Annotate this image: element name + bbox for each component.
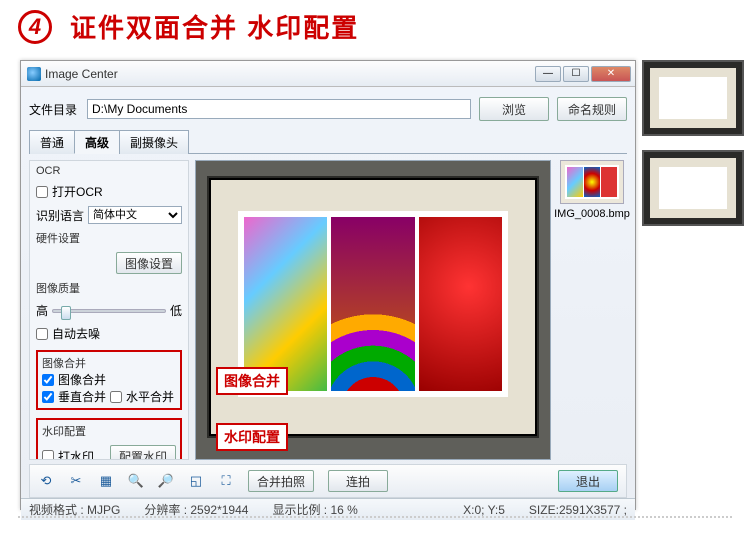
callout-watermark: 水印配置 xyxy=(216,423,288,451)
status-xy: X:0; Y:5 xyxy=(463,503,505,517)
tool-icon-3[interactable]: ▦ xyxy=(98,473,114,489)
preview-panel-fan xyxy=(331,217,414,391)
file-dir-input[interactable]: D:\My Documents xyxy=(87,99,471,119)
open-ocr-checkbox[interactable]: 打开OCR xyxy=(36,183,182,200)
quality-high-label: 高 xyxy=(36,302,48,319)
thumbnail-list: IMG_0008.bmp xyxy=(557,160,627,460)
tab-subcamera[interactable]: 副摄像头 xyxy=(119,130,189,154)
maximize-button[interactable]: ☐ xyxy=(563,66,589,82)
burst-button[interactable]: 连拍 xyxy=(328,470,388,492)
callout-merge: 图像合并 xyxy=(216,367,288,395)
watermark-config-button[interactable]: 配置水印 xyxy=(110,445,176,460)
preview-area[interactable] xyxy=(195,160,551,460)
status-size: SIZE:2591X3577 ; xyxy=(529,503,627,517)
merge-group-title: 图像合并 xyxy=(42,355,176,371)
preview-frame xyxy=(207,176,540,438)
app-window: Image Center — ☐ ✕ 文件目录 D:\My Documents … xyxy=(20,60,636,510)
watermark-group-box: 水印配置 打水印 配置水印 xyxy=(36,418,182,460)
preview-panel-pencils xyxy=(244,217,327,391)
actual-size-icon[interactable]: ⛶ xyxy=(218,473,234,489)
merge-enable-label: 图像合并 xyxy=(58,371,106,388)
hw-group: 硬件设置 xyxy=(36,230,182,246)
lang-label: 识别语言 xyxy=(36,207,84,224)
zoom-out-icon[interactable]: 🔍 xyxy=(128,473,144,489)
exit-button[interactable]: 退出 xyxy=(558,470,618,492)
quality-group: 图像质量 xyxy=(36,280,182,296)
toolbar: ⟲ ✂ ▦ 🔍 🔎 ◱ ⛶ 合并拍照 连拍 退出 xyxy=(29,464,627,498)
tab-basic[interactable]: 普通 xyxy=(29,130,75,154)
merge-group-box: 图像合并 图像合并 垂直合并 水平合并 xyxy=(36,350,182,410)
titlebar[interactable]: Image Center — ☐ ✕ xyxy=(21,61,635,87)
naming-rule-button[interactable]: 命名规则 xyxy=(557,97,627,121)
thumbnail-filename: IMG_0008.bmp xyxy=(554,208,630,220)
page-title: 证件双面合并 水印配置 xyxy=(70,8,359,45)
merge-capture-button[interactable]: 合并拍照 xyxy=(248,470,314,492)
app-icon xyxy=(27,67,41,81)
tool-icon-2[interactable]: ✂ xyxy=(68,473,84,489)
watermark-enable-checkbox[interactable]: 打水印 xyxy=(42,448,94,461)
lang-select[interactable]: 简体中文 xyxy=(88,206,182,224)
settings-panel: OCR 打开OCR 识别语言 简体中文 硬件设置 图像设置 图像质量 高 低 自… xyxy=(29,160,189,460)
quality-slider[interactable] xyxy=(52,309,166,313)
watermark-group-title: 水印配置 xyxy=(42,423,176,439)
browse-button[interactable]: 浏览 xyxy=(479,97,549,121)
auto-despeckle-label: 自动去噪 xyxy=(52,325,100,342)
quality-low-label: 低 xyxy=(170,302,182,319)
preview-panel-strawberry xyxy=(419,217,502,391)
merge-vertical-checkbox[interactable]: 垂直合并 xyxy=(42,388,106,405)
file-dir-label: 文件目录 xyxy=(29,101,79,118)
minimize-button[interactable]: — xyxy=(535,66,561,82)
watermark-enable-label: 打水印 xyxy=(58,448,94,461)
merge-v-label: 垂直合并 xyxy=(58,388,106,405)
camera-thumb-2 xyxy=(642,150,744,226)
ocr-group: OCR xyxy=(36,165,182,177)
tab-bar: 普通 高级 副摄像头 xyxy=(29,129,627,154)
window-title: Image Center xyxy=(45,67,535,81)
image-settings-button[interactable]: 图像设置 xyxy=(116,252,182,274)
camera-thumb-1 xyxy=(642,60,744,136)
zoom-in-icon[interactable]: 🔎 xyxy=(158,473,174,489)
merge-enable-checkbox[interactable]: 图像合并 xyxy=(42,371,176,388)
fit-icon[interactable]: ◱ xyxy=(188,473,204,489)
merge-horizontal-checkbox[interactable]: 水平合并 xyxy=(110,388,174,405)
merge-h-label: 水平合并 xyxy=(126,388,174,405)
divider xyxy=(18,516,732,518)
thumbnail-item[interactable] xyxy=(560,160,624,204)
tool-icon-1[interactable]: ⟲ xyxy=(38,473,54,489)
open-ocr-label: 打开OCR xyxy=(52,183,103,200)
tab-advanced[interactable]: 高级 xyxy=(74,130,120,154)
auto-despeckle-checkbox[interactable]: 自动去噪 xyxy=(36,325,182,342)
close-button[interactable]: ✕ xyxy=(591,66,631,82)
step-number-badge: 4 xyxy=(18,10,52,44)
camera-thumbs xyxy=(642,60,744,226)
